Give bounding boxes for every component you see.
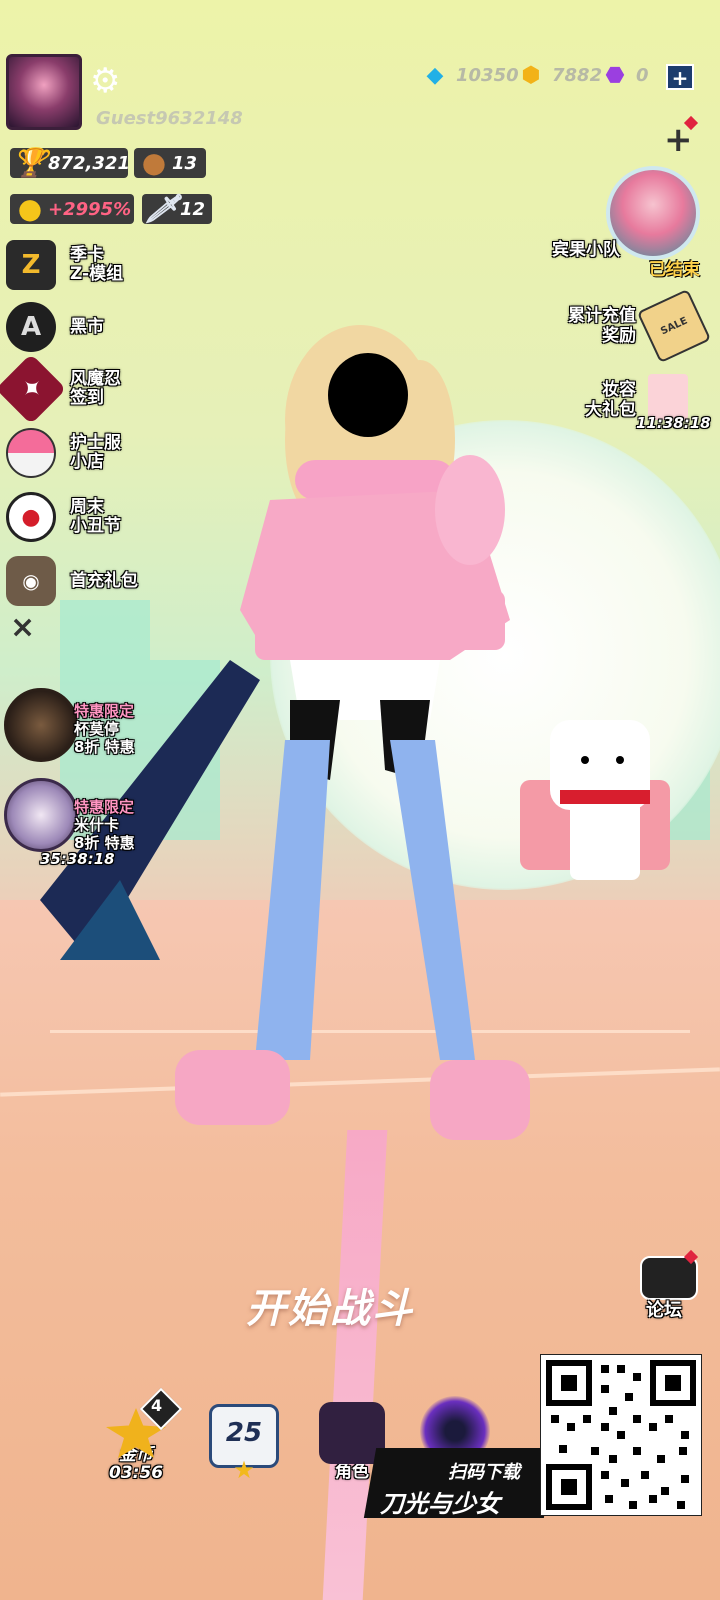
- promo-tag: 特惠限定: [74, 798, 135, 816]
- player-name: Guest9632148: [96, 108, 243, 129]
- shuriken-icon: ✦: [0, 353, 67, 425]
- menu-ninja-checkin[interactable]: ✦ 风魔忍 签到: [0, 353, 121, 425]
- menu-black-market[interactable]: A 黑市: [6, 302, 104, 352]
- level-value: 25: [225, 1418, 263, 1448]
- bingo-team-status: 已结束: [649, 260, 700, 280]
- menu-nurse-shop[interactable]: 护士服 小店: [6, 428, 121, 478]
- sword-icon: 🗡: [144, 191, 180, 225]
- menu-label: 护士服: [70, 433, 121, 453]
- trophy-count: 872,321: [48, 152, 130, 174]
- z-badge-icon: Z: [6, 240, 56, 290]
- bingo-team-portrait[interactable]: [606, 166, 700, 260]
- coin-reward-button[interactable]: 4 金币 03:56: [96, 1387, 183, 1483]
- spade-icon: A: [6, 302, 56, 352]
- capsule-icon: [6, 428, 56, 478]
- menu-label: 风魔忍: [70, 369, 121, 389]
- start-battle-button[interactable]: 开始战斗: [246, 1276, 414, 1334]
- bear-stat: ● 13: [134, 146, 206, 179]
- star-icon: ★: [233, 1456, 255, 1484]
- boost-value: +2995%: [48, 198, 132, 220]
- sword-count: 12: [180, 198, 206, 220]
- menu-sublabel: 小店: [70, 452, 104, 472]
- promo-avatar[interactable]: [4, 688, 78, 762]
- coin-label: 金币: [119, 1445, 153, 1465]
- coin-timer: 03:56: [108, 1463, 164, 1483]
- recharge-reward[interactable]: 累计充值 奖励: [540, 306, 636, 346]
- diamond-currency[interactable]: ◆ 10350: [420, 60, 519, 90]
- bear-icon: ●: [141, 145, 167, 179]
- menu-label: 黑市: [70, 316, 104, 337]
- cube-icon: ⬣: [605, 62, 625, 88]
- emoji-face-icon: ●: [17, 191, 43, 225]
- boost-stat: ● +2995%: [10, 192, 134, 225]
- makeup-label: 妆容: [602, 380, 636, 400]
- clown-icon: ●: [6, 492, 56, 542]
- diamond-count: 10350: [456, 64, 519, 86]
- qr-pattern: [546, 1360, 696, 1510]
- coin-icon: ⬢: [521, 62, 541, 88]
- creature-icon: ◉: [6, 556, 56, 606]
- menu-label: 季卡: [70, 245, 104, 265]
- cube-count: 0: [636, 64, 649, 86]
- menu-label: 首充礼包: [70, 570, 138, 591]
- coin-count: 7882: [552, 64, 603, 86]
- menu-sublabel: Z-模组: [70, 264, 124, 284]
- forum-label[interactable]: 论坛: [646, 1296, 682, 1322]
- promo-discount: 8折 特惠: [74, 738, 135, 756]
- bingo-team-label[interactable]: 宾果小队: [540, 240, 620, 260]
- coin-currency[interactable]: ⬢ 7882: [516, 60, 602, 90]
- recharge-sublabel: 奖励: [602, 326, 636, 346]
- menu-clown-festival[interactable]: ● 周末 小丑节: [6, 492, 121, 542]
- menu-label: 周末: [70, 497, 104, 517]
- add-currency-button[interactable]: +: [666, 64, 694, 90]
- trophy-stat: 🏆 872,321: [10, 146, 130, 179]
- menu-sublabel: 小丑节: [70, 516, 121, 536]
- gear-icon[interactable]: ⚙: [90, 64, 120, 98]
- promo-name: 米什卡: [74, 816, 120, 834]
- bear-count: 13: [172, 152, 198, 174]
- promo-name: 杯莫停: [74, 720, 120, 738]
- close-icon[interactable]: ×: [10, 610, 35, 645]
- coin-badge-count: 4: [151, 1396, 163, 1415]
- sword-stat: 🗡 12: [142, 192, 212, 225]
- qr-code: [540, 1354, 702, 1516]
- trophy-icon: 🏆: [12, 145, 48, 179]
- promo-tag: 特惠限定: [74, 702, 135, 720]
- recharge-label: 累计充值: [568, 306, 636, 326]
- promo-card[interactable]: 特惠限定 米什卡 8折 特惠: [74, 798, 135, 852]
- makeup-timer: 11:38:18: [636, 414, 711, 432]
- promo-avatar[interactable]: [4, 778, 78, 852]
- scan-download-label: 扫码下载: [448, 1462, 520, 1483]
- game-title: 刀光与少女: [380, 1490, 500, 1518]
- promo-card[interactable]: 特惠限定 杯莫停 8折 特惠: [74, 702, 135, 756]
- player-avatar[interactable]: [6, 54, 82, 130]
- menu-sublabel: 签到: [70, 388, 104, 408]
- makeup-pack[interactable]: 妆容 大礼包: [550, 380, 636, 420]
- promo-timer: 35:38:18: [40, 850, 115, 868]
- mascot-figure: [520, 720, 670, 880]
- diamond-icon: ◆: [426, 62, 444, 88]
- makeup-sublabel: 大礼包: [585, 400, 636, 420]
- cube-currency[interactable]: ⬣ 0: [600, 60, 649, 90]
- level-button[interactable]: 25 ★: [204, 1402, 284, 1484]
- menu-season-pass[interactable]: Z 季卡 Z-模组: [6, 240, 123, 290]
- menu-first-recharge[interactable]: ◉ 首充礼包: [6, 556, 138, 606]
